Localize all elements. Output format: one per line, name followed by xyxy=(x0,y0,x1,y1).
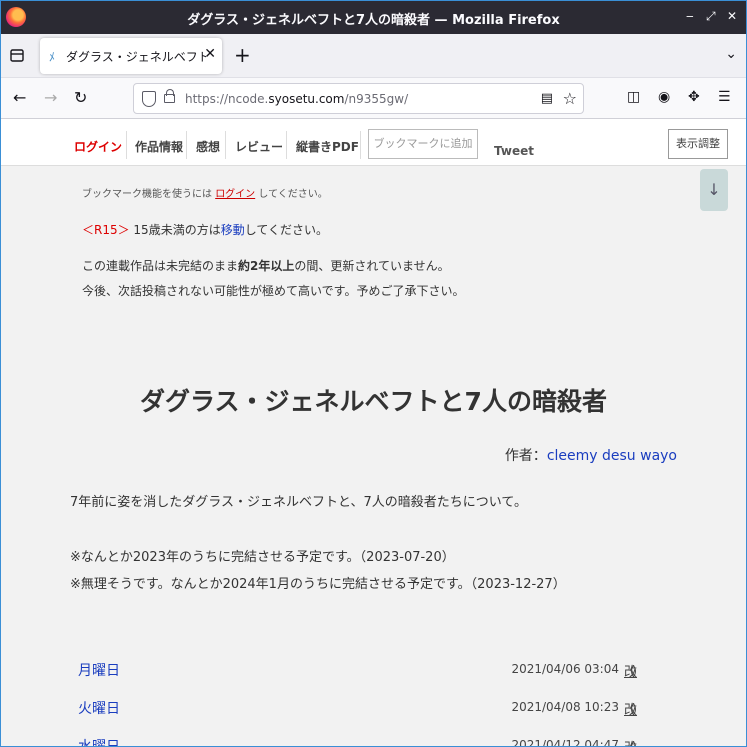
scroll-down-arrow-icon[interactable]: ↓ xyxy=(700,169,728,211)
url-text[interactable]: https://ncode.syosetu.com/n9355gw/ xyxy=(185,92,408,106)
reload-button[interactable]: ↻ xyxy=(74,88,87,107)
pocket-icon[interactable]: ◫ xyxy=(627,89,640,105)
episode-revised-paren: ） xyxy=(632,703,646,718)
episode-row: 水曜日 2021/04/12 04:47 （ 改 ） xyxy=(0,736,747,747)
stale-duration: 約2年以上 xyxy=(238,259,295,273)
stale-text: この連載作品は未完結のまま xyxy=(82,259,239,273)
vertical-pdf-link[interactable]: 縦書きPDF xyxy=(296,138,359,155)
navigation-toolbar: ← → ↻ https://ncode.syosetu.com/n9355gw/… xyxy=(0,78,747,119)
r15-tag: ＜R15＞ xyxy=(82,223,130,237)
r15-notice: ＜R15＞ 15歳未満の方は移動してください。 xyxy=(82,221,328,238)
r15-text: 15歳未満の方は xyxy=(129,223,221,237)
stale-warning-line-1: この連載作品は未完結のまま約2年以上の間、更新されていません。 xyxy=(82,257,450,274)
author-label: 作者： xyxy=(504,448,547,464)
notice-text: してください。 xyxy=(255,189,328,200)
lock-icon[interactable] xyxy=(164,89,175,103)
tracking-protection-shield-icon[interactable] xyxy=(142,91,156,107)
address-bar[interactable]: https://ncode.syosetu.com/n9355gw/ ▤ ☆ xyxy=(133,83,584,114)
extensions-icon[interactable]: ✥ xyxy=(688,89,700,105)
separator xyxy=(225,131,226,159)
tab-title: ダグラス・ジェネルベフト & xyxy=(66,50,206,64)
close-window-button[interactable]: ✕ xyxy=(727,9,737,23)
episode-date: 2021/04/08 10:23 xyxy=(511,700,619,714)
minimize-button[interactable]: ‒ xyxy=(686,9,694,23)
tab-active[interactable]: ﾒ ダグラス・ジェネルベフト & ✕ xyxy=(40,38,222,74)
url-prefix: https://ncode. xyxy=(185,92,269,106)
author-link[interactable]: cleemy desu wayo xyxy=(547,448,677,464)
episode-revised-paren: ） xyxy=(632,665,646,680)
account-icon[interactable]: ◉ xyxy=(658,89,670,105)
window-titlebar: ダグラス・ジェネルベフトと7人の暗殺者 — Mozilla Firefox ‒ … xyxy=(0,0,747,34)
novel-info-link[interactable]: 作品情報 xyxy=(135,138,183,155)
novel-title: ダグラス・ジェネルベフトと7人の暗殺者 xyxy=(140,387,607,416)
separator xyxy=(186,131,187,159)
reader-view-icon[interactable]: ▤ xyxy=(541,91,553,106)
r15-move-link[interactable]: 移動 xyxy=(221,223,245,237)
update-note-1: ※なんとか2023年のうちに完結させる予定です。（2023-07-20） xyxy=(70,550,455,565)
review-link[interactable]: レビュー xyxy=(235,138,283,155)
episode-link[interactable]: 火曜日 xyxy=(78,698,120,718)
stale-text: の間、更新されていません。 xyxy=(294,259,450,273)
back-button[interactable]: ← xyxy=(13,88,26,107)
episode-date: 2021/04/12 04:47 xyxy=(511,738,619,747)
r15-text: してください。 xyxy=(244,223,328,237)
episode-revised-paren: ） xyxy=(632,737,645,747)
episode-link[interactable]: 月曜日 xyxy=(78,660,120,680)
update-note-2: ※無理そうです。なんとか2024年1月のうちに完結させる予定です。（2023-1… xyxy=(70,577,566,592)
separator xyxy=(286,131,287,159)
display-settings-button[interactable]: 表示調整 xyxy=(668,129,728,159)
episode-link[interactable]: 水曜日 xyxy=(78,736,120,747)
url-path: /n9355gw/ xyxy=(344,92,409,106)
separator xyxy=(360,131,361,159)
tab-list-icon[interactable] xyxy=(9,47,25,63)
episode-date: 2021/04/06 03:04 xyxy=(511,662,619,676)
site-favicon-icon: ﾒ xyxy=(49,50,56,64)
url-domain: syosetu.com xyxy=(268,92,345,106)
chevron-down-icon[interactable]: ⌄ xyxy=(725,46,737,62)
site-navigation-bar: ログイン 作品情報 感想 レビュー 縦書きPDF ブックマークに追加 Tweet… xyxy=(0,119,747,166)
add-bookmark-button[interactable]: ブックマークに追加 xyxy=(368,129,478,159)
login-link[interactable]: ログイン xyxy=(74,138,122,155)
new-tab-button[interactable]: + xyxy=(234,43,251,67)
window-title: ダグラス・ジェネルベフトと7人の暗殺者 — Mozilla Firefox xyxy=(187,13,560,28)
stale-warning-line-2: 今後、次話投稿されない可能性が極めて高いです。予めご了承下さい。 xyxy=(82,284,465,298)
novel-summary: 7年前に姿を消したダグラス・ジェネルベフトと、7人の暗殺者たちについて。 xyxy=(70,495,527,510)
notice-text: ブックマーク機能を使うには xyxy=(82,189,216,200)
menu-icon[interactable]: ☰ xyxy=(718,89,731,105)
page-content: ログイン 作品情報 感想 レビュー 縦書きPDF ブックマークに追加 Tweet… xyxy=(0,119,747,747)
impressions-link[interactable]: 感想 xyxy=(196,138,220,155)
close-tab-icon[interactable]: ✕ xyxy=(204,46,216,62)
episode-row: 月曜日 2021/04/06 03:04 （ 改 ） xyxy=(0,660,747,690)
forward-button[interactable]: → xyxy=(44,88,57,107)
bookmark-login-notice: ブックマーク機能を使うには ログイン してください。 xyxy=(82,185,328,200)
author-line: 作者：cleemy desu wayo xyxy=(505,445,677,465)
maximize-button[interactable]: ⤢ xyxy=(706,9,716,24)
episode-row: 火曜日 2021/04/08 10:23 （ 改 ） xyxy=(0,698,747,728)
separator xyxy=(126,131,127,159)
bookmark-star-icon[interactable]: ☆ xyxy=(563,89,577,108)
tab-strip: ﾒ ダグラス・ジェネルベフト & ✕ + ⌄ xyxy=(0,34,747,78)
notice-login-link[interactable]: ログイン xyxy=(215,189,255,200)
tweet-link[interactable]: Tweet xyxy=(494,144,534,158)
